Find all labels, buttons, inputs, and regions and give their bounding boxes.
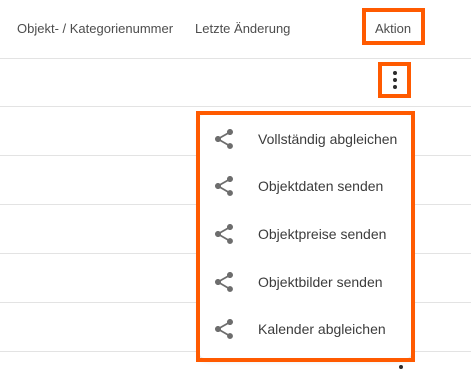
highlight-actions-menu	[196, 111, 415, 362]
page: Objekt- / Kategorienummer Letzte Änderun…	[0, 0, 471, 370]
column-header-last-change[interactable]: Letzte Änderung	[195, 21, 290, 36]
highlight-action-header	[362, 8, 425, 45]
row-divider	[0, 106, 471, 107]
column-header-object-category-number[interactable]: Objekt- / Kategorienummer	[17, 21, 173, 36]
highlight-more-button	[378, 62, 411, 98]
more-vert-icon-partial	[399, 365, 403, 369]
